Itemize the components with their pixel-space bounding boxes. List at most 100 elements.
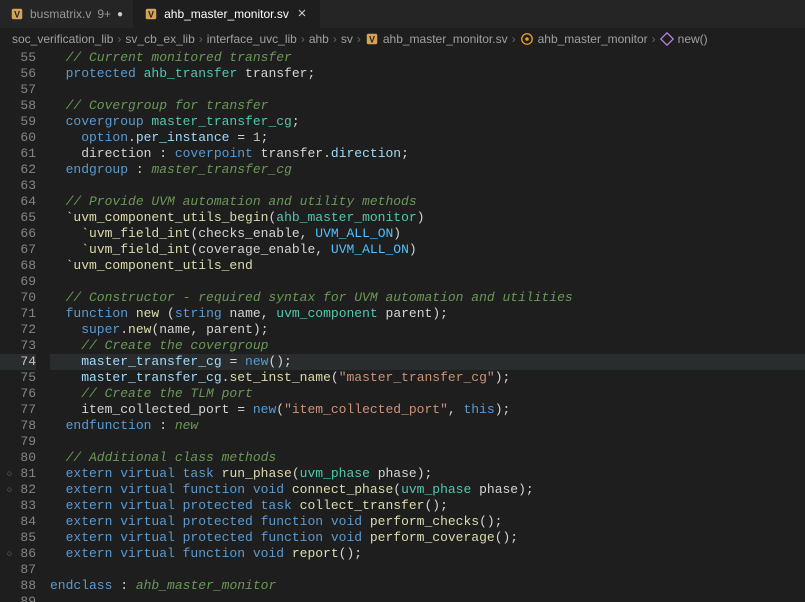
line-number: 72 xyxy=(0,322,36,338)
verilog-icon: V xyxy=(365,32,379,46)
breadcrumb-label: new() xyxy=(678,32,708,46)
line-number: 71 xyxy=(0,306,36,322)
code-line[interactable]: endfunction : new xyxy=(50,418,805,434)
code-line[interactable]: super.new(name, parent); xyxy=(50,322,805,338)
line-number: 62 xyxy=(0,162,36,178)
code-line[interactable]: extern virtual protected function void p… xyxy=(50,530,805,546)
line-number: 55 xyxy=(0,50,36,66)
code-line[interactable] xyxy=(50,82,805,98)
line-number: 87 xyxy=(0,562,36,578)
code-line[interactable]: extern virtual task run_phase(uvm_phase … xyxy=(50,466,805,482)
breadcrumb-label: ahb_master_monitor xyxy=(538,32,648,46)
line-number: 67 xyxy=(0,242,36,258)
code-line[interactable]: `uvm_field_int(coverage_enable, UVM_ALL_… xyxy=(50,242,805,258)
code-line[interactable]: // Covergroup for transfer xyxy=(50,98,805,114)
chevron-right-icon: › xyxy=(199,32,203,46)
code-line[interactable]: // Create the TLM port xyxy=(50,386,805,402)
code-line[interactable]: master_transfer_cg = new(); xyxy=(50,354,805,370)
fold-marker-icon[interactable]: ◇ xyxy=(2,466,12,482)
code-line[interactable] xyxy=(50,274,805,290)
breadcrumb-item[interactable]: Vahb_master_monitor.sv xyxy=(365,32,508,46)
line-number-gutter: 5556575859606162636465666768697071727374… xyxy=(0,50,50,602)
code-line[interactable]: // Additional class methods xyxy=(50,450,805,466)
breadcrumb: soc_verification_lib › sv_cb_ex_lib › interf… xyxy=(0,28,805,50)
code-line[interactable]: `uvm_component_utils_end xyxy=(50,258,805,274)
code-line[interactable]: // Provide UVM automation and utility me… xyxy=(50,194,805,210)
breadcrumb-label: ahb xyxy=(309,32,329,46)
code-line[interactable]: // Current monitored transfer xyxy=(50,50,805,66)
code-line[interactable]: protected ahb_transfer transfer; xyxy=(50,66,805,82)
svg-text:V: V xyxy=(14,10,20,20)
code-line[interactable]: `uvm_field_int(checks_enable, UVM_ALL_ON… xyxy=(50,226,805,242)
method-icon xyxy=(660,32,674,46)
chevron-right-icon: › xyxy=(301,32,305,46)
breadcrumb-item[interactable]: interface_uvc_lib xyxy=(207,32,297,46)
chevron-right-icon: › xyxy=(117,32,121,46)
code-line[interactable]: extern virtual protected task collect_tr… xyxy=(50,498,805,514)
line-number: ◇81 xyxy=(0,466,36,482)
code-line[interactable]: item_collected_port = new("item_collecte… xyxy=(50,402,805,418)
chevron-right-icon: › xyxy=(512,32,516,46)
fold-marker-icon[interactable]: ◇ xyxy=(2,546,12,562)
line-number: 56 xyxy=(0,66,36,82)
tab-label: ahb_master_monitor.sv xyxy=(164,7,289,21)
line-number: 68 xyxy=(0,258,36,274)
code-line[interactable]: covergroup master_transfer_cg; xyxy=(50,114,805,130)
code-line[interactable]: direction : coverpoint transfer.directio… xyxy=(50,146,805,162)
breadcrumb-item[interactable]: ahb xyxy=(309,32,329,46)
line-number: 58 xyxy=(0,98,36,114)
code-line[interactable]: // Constructor - required syntax for UVM… xyxy=(50,290,805,306)
code-line[interactable] xyxy=(50,434,805,450)
code-line[interactable]: extern virtual function void connect_pha… xyxy=(50,482,805,498)
breadcrumb-item[interactable]: sv_cb_ex_lib xyxy=(125,32,194,46)
code-line[interactable] xyxy=(50,594,805,602)
code-line[interactable] xyxy=(50,562,805,578)
line-number: 70 xyxy=(0,290,36,306)
breadcrumb-item[interactable]: new() xyxy=(660,32,708,46)
svg-text:V: V xyxy=(369,34,375,44)
line-number: ◇86 xyxy=(0,546,36,562)
breadcrumb-label: sv_cb_ex_lib xyxy=(125,32,194,46)
line-number: 73 xyxy=(0,338,36,354)
breadcrumb-label: interface_uvc_lib xyxy=(207,32,297,46)
class-icon xyxy=(520,32,534,46)
line-number: 60 xyxy=(0,130,36,146)
line-number: 84 xyxy=(0,514,36,530)
svg-text:V: V xyxy=(148,10,154,20)
code-line[interactable]: // Create the covergroup xyxy=(50,338,805,354)
breadcrumb-label: sv xyxy=(341,32,353,46)
verilog-icon: V xyxy=(10,7,24,21)
code-line[interactable]: extern virtual function void report(); xyxy=(50,546,805,562)
code-line[interactable]: option.per_instance = 1; xyxy=(50,130,805,146)
line-number: 63 xyxy=(0,178,36,194)
breadcrumb-item[interactable]: ahb_master_monitor xyxy=(520,32,648,46)
chevron-right-icon: › xyxy=(333,32,337,46)
close-icon[interactable] xyxy=(295,7,309,22)
code-area[interactable]: // Current monitored transfer protected … xyxy=(50,50,805,602)
code-line[interactable]: master_transfer_cg.set_inst_name("master… xyxy=(50,370,805,386)
code-line[interactable]: endgroup : master_transfer_cg xyxy=(50,162,805,178)
code-line[interactable]: function new (string name, uvm_component… xyxy=(50,306,805,322)
line-number: 89 xyxy=(0,594,36,602)
breadcrumb-item[interactable]: soc_verification_lib xyxy=(12,32,113,46)
line-number: 83 xyxy=(0,498,36,514)
line-number: 85 xyxy=(0,530,36,546)
line-number: 76 xyxy=(0,386,36,402)
breadcrumb-item[interactable]: sv xyxy=(341,32,353,46)
line-number: ◇82 xyxy=(0,482,36,498)
tab[interactable]: Vbusmatrix.v9+● xyxy=(0,0,134,28)
line-number: 78 xyxy=(0,418,36,434)
code-line[interactable]: extern virtual protected function void p… xyxy=(50,514,805,530)
fold-marker-icon[interactable]: ◇ xyxy=(2,482,12,498)
code-line[interactable] xyxy=(50,178,805,194)
dirty-indicator-icon: ● xyxy=(117,9,123,20)
line-number: 79 xyxy=(0,434,36,450)
code-line[interactable]: `uvm_component_utils_begin(ahb_master_mo… xyxy=(50,210,805,226)
verilog-icon: V xyxy=(144,7,158,21)
line-number: 65 xyxy=(0,210,36,226)
tab-bar: Vbusmatrix.v9+●Vahb_master_monitor.sv xyxy=(0,0,805,28)
tab[interactable]: Vahb_master_monitor.sv xyxy=(134,0,320,28)
code-line[interactable]: endclass : ahb_master_monitor xyxy=(50,578,805,594)
line-number: 77 xyxy=(0,402,36,418)
line-number: 64 xyxy=(0,194,36,210)
